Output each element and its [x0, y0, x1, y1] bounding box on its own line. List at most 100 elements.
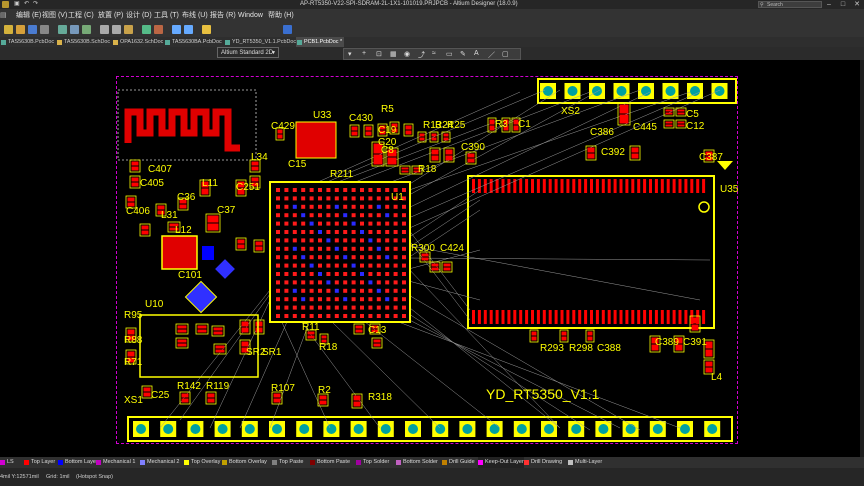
redo-toolbar-icon[interactable]	[184, 25, 193, 34]
interactive-route-icon[interactable]: ≈	[432, 50, 436, 57]
close-button[interactable]: ✕	[850, 0, 864, 9]
layer-tab[interactable]: LS	[0, 457, 14, 468]
designator-label: R3	[495, 119, 508, 130]
select-area-icon[interactable]	[142, 25, 151, 34]
layer-tab[interactable]: Top Paste	[272, 457, 303, 468]
menu-window[interactable]: Window	[238, 9, 263, 23]
component-pad	[207, 398, 215, 403]
component-pad	[405, 125, 412, 130]
component-pad	[177, 329, 187, 333]
module-pad	[619, 310, 623, 324]
redo-icon[interactable]: ↷	[33, 0, 38, 9]
tab-tas5630b-pcb[interactable]: TAS5630B.PcbDoc	[0, 37, 56, 47]
filter-icon[interactable]: ▾	[348, 50, 352, 58]
menu-help[interactable]: 帮助 (H)	[268, 9, 294, 23]
header-xs1-pads	[133, 421, 721, 437]
minimize-button[interactable]: –	[822, 0, 836, 9]
header-hole	[665, 86, 676, 96]
view-mode-select[interactable]: Altium Standard 2D ▼	[217, 47, 279, 58]
bga-pad	[385, 280, 390, 285]
vertical-scrollbar[interactable]	[860, 60, 864, 457]
zoom-fit-icon[interactable]	[58, 25, 67, 34]
bga-pad	[292, 196, 297, 201]
polygon-icon[interactable]: ▭	[446, 50, 453, 58]
open-file-icon[interactable]	[16, 25, 25, 34]
cap-c101-pad	[161, 235, 198, 270]
layer-tab[interactable]: Bottom Paste	[310, 457, 350, 468]
undo-toolbar-icon[interactable]	[172, 25, 181, 34]
tab-opa1632-sch[interactable]: OPA1632.SchDoc	[112, 37, 164, 47]
layer-tab[interactable]: Multi-Layer	[568, 457, 602, 468]
menu-project[interactable]: 工程 (C)	[68, 9, 94, 23]
menu-design[interactable]: 设计 (D)	[126, 9, 152, 23]
undo-icon[interactable]: ↶	[24, 0, 29, 9]
component-pad	[587, 153, 595, 159]
zoom-area-icon[interactable]	[70, 25, 79, 34]
place-string-icon[interactable]: A	[474, 50, 479, 57]
zoom-selected-icon[interactable]	[82, 25, 91, 34]
layer-label: Top Paste	[279, 459, 304, 465]
layer-tab[interactable]: Bottom Layer	[58, 457, 98, 468]
bga-pad	[368, 213, 373, 218]
layer-tab[interactable]: Mechanical 1	[96, 457, 135, 468]
tab-tas5630ba-pcb[interactable]: TAS5630BA.PcbDoc	[164, 37, 224, 47]
quick-save-icon[interactable]: ▣	[14, 0, 20, 9]
pcb-drawing[interactable]: YD_RT5350_V1.1 U33 C430R5C19C20C8R13R24R2…	[0, 60, 860, 457]
layer-label: Mechanical 1	[103, 459, 136, 465]
line-icon[interactable]: ／	[488, 50, 495, 60]
menu-route[interactable]: 布线 (U)	[182, 9, 208, 23]
menu-edit[interactable]: 编辑 (E)	[16, 9, 41, 23]
search-input[interactable]: ⚲ Search	[758, 1, 822, 8]
bga-pad	[368, 314, 373, 318]
layer-tab[interactable]: Drill Drawing	[524, 457, 562, 468]
layer-tab[interactable]: Drill Guide	[442, 457, 475, 468]
bga-pad	[402, 263, 406, 268]
component-pad	[373, 154, 383, 165]
place-via-icon[interactable]: ◉	[404, 50, 410, 58]
layer-tab[interactable]: Top Layer	[24, 457, 55, 468]
layer-tab[interactable]: Top Solder	[356, 457, 389, 468]
bga-pad	[276, 305, 280, 310]
designator-label: C37	[217, 205, 236, 216]
tab-yd-rt5350-pcb[interactable]: YD_RT5350_V1.1.PcbDoc	[224, 37, 296, 47]
move-icon[interactable]	[154, 25, 163, 34]
maximize-button[interactable]: □	[836, 0, 850, 9]
bga-pad	[402, 246, 406, 251]
bga-pad	[318, 305, 322, 310]
select-tool-icon[interactable]: +	[362, 50, 366, 57]
dimension-icon[interactable]: ✎	[460, 50, 466, 58]
tab-tas5630b-sch[interactable]: TAS5630B.SchDoc	[56, 37, 112, 47]
route-icon[interactable]: ⤴	[418, 50, 425, 60]
print-icon[interactable]	[40, 25, 49, 34]
menu-tools[interactable]: 工具 (T)	[154, 9, 179, 23]
keepout-icon[interactable]: ▢	[502, 50, 509, 58]
layer-tab[interactable]: Keep-Out Layer	[478, 457, 524, 468]
menu-place[interactable]: 放置 (P)	[98, 9, 123, 23]
module-pad	[554, 310, 558, 324]
bga-pad	[334, 314, 339, 318]
paste-icon[interactable]	[124, 25, 133, 34]
header-hole	[571, 424, 582, 434]
module-pad	[595, 310, 599, 324]
designator-label: R11	[302, 322, 320, 333]
layer-tab[interactable]: Bottom Solder	[396, 457, 438, 468]
layer-tab[interactable]: Top Overlay	[184, 457, 220, 468]
save-icon[interactable]	[28, 25, 37, 34]
bga-pad	[385, 204, 390, 209]
layer-tab[interactable]: Bottom Overlay	[222, 457, 267, 468]
cross-probe-icon[interactable]	[202, 25, 211, 34]
designator-label: C387	[699, 152, 723, 163]
menu-reports[interactable]: 报告 (R)	[210, 9, 236, 23]
layer-tab[interactable]: Mechanical 2	[140, 457, 179, 468]
bga-pad	[360, 272, 364, 276]
layer-set-icon[interactable]	[283, 25, 292, 34]
menu-file-icon[interactable]: ▤	[0, 9, 7, 23]
bga-pad	[326, 255, 331, 260]
cut-icon[interactable]	[100, 25, 109, 34]
new-file-icon[interactable]	[4, 25, 13, 34]
copy-icon[interactable]	[112, 25, 121, 34]
menu-view[interactable]: 视图 (V)	[42, 9, 67, 23]
align-icon[interactable]: ⊡	[376, 50, 382, 58]
tab-pcb1[interactable]: PCB1.PcbDoc *	[296, 37, 344, 47]
place-component-icon[interactable]: ▦	[390, 50, 397, 58]
